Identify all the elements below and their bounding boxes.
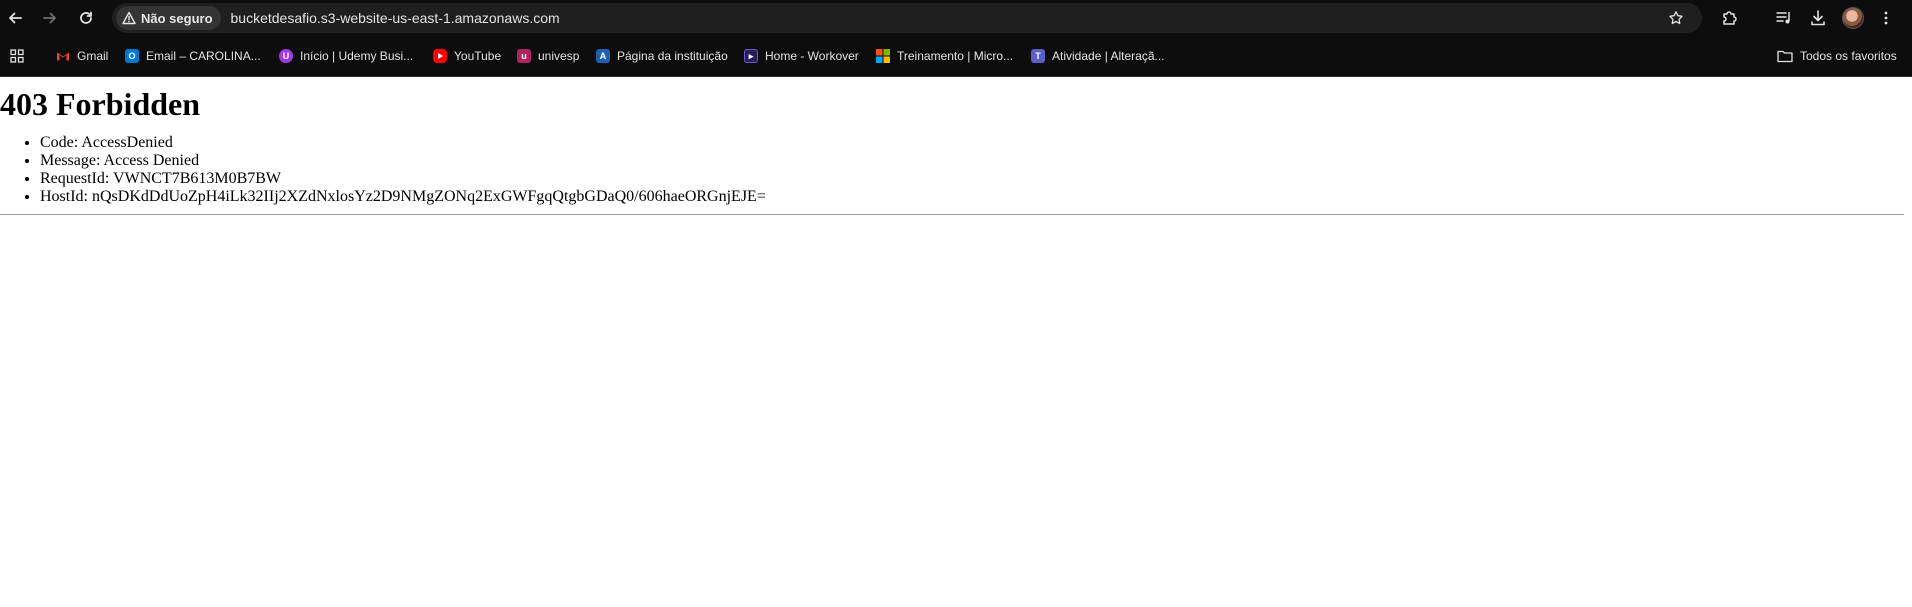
menu-button[interactable] (1871, 3, 1901, 33)
bookmark-label: Email – CAROLINA... (146, 49, 261, 63)
bookmark-star-icon[interactable] (1668, 10, 1684, 26)
bookmark-youtube[interactable]: YouTube (433, 45, 501, 67)
apps-grid-icon (10, 49, 24, 63)
bookmark-label: Atividade | Alteraçã... (1052, 49, 1165, 63)
bookmark-workover[interactable]: ▸ Home - Workover (744, 45, 859, 67)
page-title: 403 Forbidden (0, 86, 201, 122)
host-id: HostId: nQsDKdDdUoZpH4iLk32IIj2XZdNxlosY… (40, 188, 1912, 206)
puzzle-icon (1723, 11, 1737, 25)
download-icon (1811, 10, 1825, 26)
bookmark-label: Gmail (77, 49, 109, 63)
bookmark-microsoft[interactable]: Treinamento | Micro... (876, 45, 1013, 67)
downloads-button[interactable] (1803, 3, 1833, 33)
bookmark-teams[interactable]: T Atividade | Alteraçã... (1031, 45, 1165, 67)
forward-button[interactable] (35, 3, 65, 33)
bookmark-label: Início | Udemy Busi... (300, 49, 414, 63)
univesp-icon: u (517, 49, 531, 63)
reload-button[interactable] (71, 3, 101, 33)
bookmark-udemy[interactable]: U Início | Udemy Busi... (279, 45, 413, 67)
bookmark-gmail[interactable]: Gmail (56, 45, 108, 67)
bookmark-label: Treinamento | Micro... (897, 49, 1014, 63)
all-bookmarks-label: Todos os favoritos (1800, 49, 1897, 63)
folder-icon (1777, 50, 1793, 63)
arrow-left-icon (9, 12, 22, 24)
microsoft-icon (876, 49, 890, 63)
warning-icon (122, 11, 136, 25)
gmail-icon (57, 52, 69, 61)
security-label: Não seguro (141, 10, 213, 26)
bookmark-label: Página da instituição (617, 49, 728, 63)
back-button[interactable] (0, 3, 30, 33)
apps-button[interactable] (10, 45, 24, 67)
page-content: 403 Forbidden Code: AccessDenied Message… (0, 77, 1912, 215)
workover-icon: ▸ (744, 49, 758, 63)
bookmark-institution[interactable]: A Página da instituição (596, 45, 728, 67)
divider (0, 214, 1904, 215)
media-controls-button[interactable] (1769, 3, 1799, 33)
bookmark-label: Home - Workover (765, 49, 859, 63)
url-text[interactable]: bucketdesafio.s3-website-us-east-1.amazo… (231, 10, 560, 26)
all-bookmarks-folder[interactable]: Todos os favoritos (1777, 45, 1897, 67)
bookmark-label: univesp (538, 49, 580, 63)
youtube-icon (433, 49, 447, 63)
teams-icon: T (1031, 49, 1045, 63)
bookmark-email[interactable]: O Email – CAROLINA... (125, 45, 261, 67)
error-details-list: Code: AccessDenied Message: Access Denie… (0, 134, 1912, 206)
bookmark-univesp[interactable]: u univesp (517, 45, 579, 67)
browser-toolbar: Não seguro bucketdesafio.s3-website-us-e… (0, 0, 1912, 36)
address-bar[interactable]: Não seguro bucketdesafio.s3-website-us-e… (112, 3, 1702, 33)
profile-button[interactable] (1838, 3, 1868, 33)
reload-icon (80, 11, 92, 24)
arrow-right-icon (43, 12, 56, 24)
extensions-button[interactable] (1715, 3, 1745, 33)
bookmarks-bar: Gmail O Email – CAROLINA... U Início | U… (0, 36, 1912, 77)
request-id: RequestId: VWNCT7B613M0B7BW (40, 170, 1912, 188)
error-code: Code: AccessDenied (40, 134, 1912, 152)
kebab-menu-icon (1884, 11, 1888, 25)
bookmark-label: YouTube (454, 49, 502, 63)
security-indicator[interactable]: Não seguro (116, 6, 221, 30)
music-queue-icon (1776, 12, 1790, 24)
avatar (1842, 7, 1864, 29)
error-message: Message: Access Denied (40, 152, 1912, 170)
udemy-icon: U (279, 49, 293, 63)
institution-icon: A (596, 49, 610, 63)
outlook-icon: O (125, 49, 139, 63)
